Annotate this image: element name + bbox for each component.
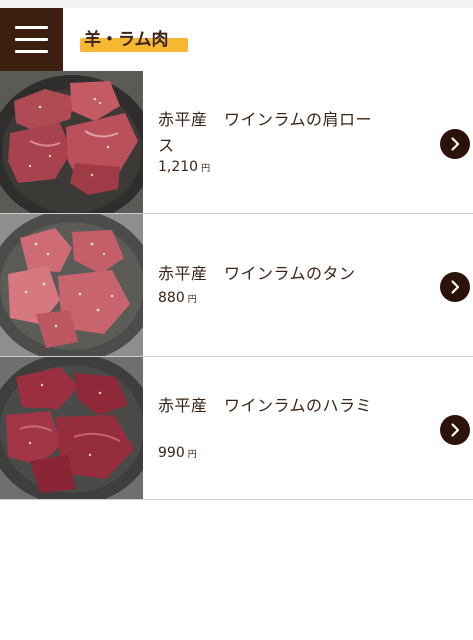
chevron-right-icon[interactable] xyxy=(440,415,470,445)
item-name: 赤平産 ワインラムの肩ロース xyxy=(158,110,373,155)
chevron-right-icon[interactable] xyxy=(440,272,470,302)
item-name: 赤平産 ワインラムのハラミ xyxy=(158,396,373,415)
menu-line xyxy=(15,26,48,29)
currency-label: 円 xyxy=(187,450,197,460)
menu-line xyxy=(15,38,48,41)
item-price: 990 円 xyxy=(158,445,197,461)
price-value: 880 xyxy=(158,290,185,306)
menu-item[interactable]: 赤平産 ワインラムのタン 880 円 xyxy=(0,214,473,357)
header-bar xyxy=(0,8,473,71)
chevron-right-icon[interactable] xyxy=(440,129,470,159)
menu-item[interactable]: 赤平産 ワインラムの肩ロース 1,210 円 xyxy=(0,71,473,214)
category-heading: 羊・ラム肉 xyxy=(80,26,188,54)
currency-label: 円 xyxy=(201,164,211,174)
price-value: 990 xyxy=(158,445,185,461)
item-photo xyxy=(0,214,143,356)
item-price: 880 円 xyxy=(158,290,197,306)
item-photo xyxy=(0,71,143,213)
menu-line xyxy=(15,50,48,53)
menu-item[interactable]: 赤平産 ワインラムのハラミ 990 円 xyxy=(0,357,473,500)
price-value: 1,210 xyxy=(158,159,199,175)
item-price: 1,210 円 xyxy=(158,159,210,175)
category-title: 羊・ラム肉 xyxy=(84,30,169,50)
hamburger-menu-icon[interactable] xyxy=(0,8,63,71)
currency-label: 円 xyxy=(187,295,197,305)
item-name: 赤平産 ワインラムのタン xyxy=(158,264,356,283)
item-photo xyxy=(0,357,143,499)
